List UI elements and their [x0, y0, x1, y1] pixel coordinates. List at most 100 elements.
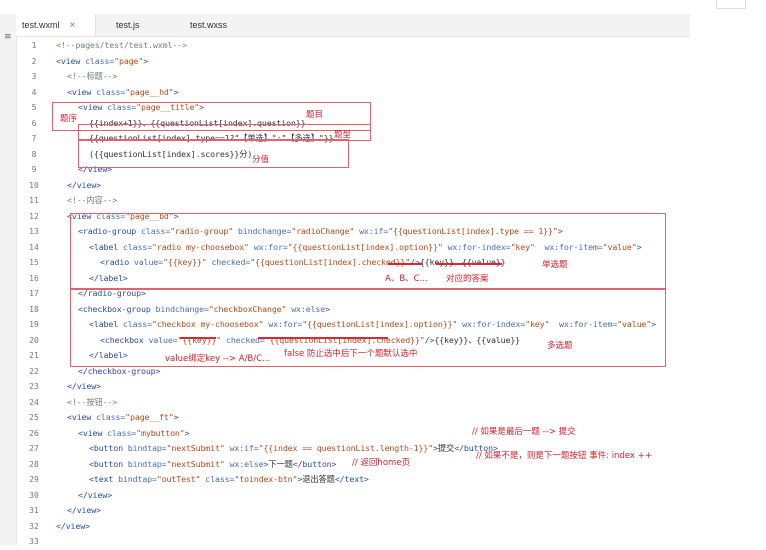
- code-token: "page__ft": [125, 412, 174, 422]
- line-number: 12: [29, 211, 39, 221]
- annotation-tixing: 题型: [334, 130, 352, 140]
- code-editor[interactable]: ≡ test.wxml × test.js test.wxss 123456789…: [0, 0, 690, 546]
- tab-label: test.js: [116, 20, 140, 30]
- code-token: "nextSubmit": [166, 443, 230, 453]
- code-token: <!--按钮-->: [67, 396, 118, 407]
- annotation-daan: 对应的答案: [446, 274, 489, 284]
- code-token: 退出答题: [302, 474, 335, 484]
- line-number: 31: [29, 506, 39, 515]
- code-token: "nextSubmit": [166, 458, 230, 469]
- code-token: "{{index == questionList.length-1}}": [258, 443, 434, 453]
- line-number: 6: [31, 118, 37, 128]
- line-number: 9: [31, 165, 37, 174]
- underline-value: [436, 263, 502, 265]
- code-token: class=: [96, 412, 126, 422]
- code-line[interactable]: <view class="mybutton">: [78, 426, 190, 442]
- code-token: <text: [89, 474, 119, 484]
- annotation-next-note: // 如果不是，则是下一题按钮 事件: index ++: [476, 451, 652, 461]
- line-number: 1: [31, 41, 37, 50]
- tab-test-js[interactable]: test.js: [110, 14, 170, 36]
- code-line[interactable]: <view class="page">: [56, 54, 148, 70]
- line-number: 24: [29, 397, 39, 407]
- line-number: 4: [31, 87, 37, 97]
- code-token: <view: [78, 427, 108, 438]
- line-number: 18: [29, 304, 39, 314]
- code-line[interactable]: </view>: [67, 379, 101, 395]
- line-number: 16: [29, 273, 39, 283]
- line-number: 11: [29, 196, 39, 205]
- code-token: class=: [107, 427, 137, 438]
- code-line[interactable]: <!--pages/test/test.wxml-->: [56, 38, 187, 54]
- code-token: <button: [89, 458, 128, 469]
- code-line[interactable]: </view>: [78, 488, 112, 504]
- code-token: "mybutton": [136, 427, 185, 438]
- line-number: 25: [29, 413, 39, 422]
- code-token: >: [173, 412, 179, 422]
- code-token: <button: [89, 443, 128, 453]
- line-number: 20: [29, 335, 39, 345]
- code-line[interactable]: <view class="page__ft">: [67, 410, 179, 426]
- annotation-false-note: false 防止选中后下一个题默认选中: [284, 349, 418, 359]
- close-icon[interactable]: ×: [70, 20, 76, 31]
- tab-test-wxml[interactable]: test.wxml ×: [16, 14, 96, 36]
- code-line[interactable]: </view>: [56, 519, 90, 535]
- code-token: </view>: [67, 381, 101, 391]
- code-token: </text>: [334, 474, 369, 484]
- code-token: class=: [205, 474, 235, 484]
- code-token: wx:else: [229, 458, 264, 469]
- line-number: 26: [29, 428, 39, 438]
- line-number: 13: [29, 227, 39, 236]
- code-token: </button>: [292, 458, 337, 469]
- highlight-scores: [78, 139, 349, 168]
- tab-bar: test.wxml × test.js test.wxss: [16, 14, 690, 37]
- code-token: </checkbox-group>: [78, 365, 161, 376]
- code-token: <!--标题-->: [67, 71, 118, 81]
- window-corner: [716, 0, 746, 9]
- code-token: "page__hd": [125, 86, 174, 97]
- annotation-home-note: // 返回home页: [352, 458, 411, 468]
- code-token: "page": [114, 55, 144, 66]
- line-number: 19: [29, 320, 39, 329]
- line-number: 8: [31, 149, 37, 159]
- code-line[interactable]: <text bindtap="outTest" class="toindex-b…: [89, 472, 369, 488]
- code-line[interactable]: <!--标题-->: [67, 69, 117, 85]
- line-number: 32: [29, 521, 39, 531]
- code-line[interactable]: </view>: [67, 503, 101, 519]
- code-token: <!--内容-->: [67, 195, 118, 205]
- code-line[interactable]: </view>: [67, 178, 101, 194]
- line-number: 2: [31, 56, 37, 66]
- code-line[interactable]: <button bindtap="nextSubmit" wx:if="{{in…: [89, 441, 498, 457]
- annotation-xuhao: 题序: [60, 114, 78, 124]
- code-line[interactable]: <view class="page__hd">: [67, 85, 179, 101]
- annotation-abc: A、B、C...: [385, 274, 428, 284]
- underline-checkbox-value: [180, 337, 216, 339]
- code-line[interactable]: <!--内容-->: [67, 193, 117, 209]
- code-line[interactable]: <button bindtap="nextSubmit" wx:else>下一题…: [89, 457, 337, 473]
- line-number: 15: [29, 258, 39, 267]
- code-token: </view>: [67, 179, 101, 190]
- menu-icon[interactable]: ≡: [4, 32, 12, 42]
- line-number: 28: [29, 459, 39, 469]
- code-token: bindtap=: [127, 443, 167, 453]
- line-number: 14: [29, 242, 39, 252]
- code-token: bindtap=: [118, 474, 157, 484]
- code-token: class=: [85, 55, 115, 66]
- code-line[interactable]: <!--按钮-->: [67, 395, 117, 411]
- annotation-value-note: value绑定key --> A/B/C...: [165, 354, 271, 364]
- code-token: </view>: [56, 520, 90, 531]
- line-number: 5: [31, 103, 37, 112]
- code-token: </view>: [78, 489, 112, 500]
- line-number: 30: [29, 490, 39, 500]
- code-token: 提交: [437, 443, 455, 453]
- code-token: class=: [96, 86, 126, 97]
- code-token: >: [143, 55, 149, 66]
- code-token: </view>: [67, 505, 101, 515]
- line-number: 17: [29, 289, 39, 298]
- line-number: 33: [29, 537, 39, 546]
- tab-test-wxss[interactable]: test.wxss: [184, 14, 254, 36]
- code-token: bindtap=: [127, 458, 167, 469]
- line-number: 22: [29, 366, 39, 376]
- annotation-fenzhi: 分值: [252, 155, 270, 165]
- line-number: 7: [31, 134, 37, 143]
- code-token: <view: [56, 55, 86, 66]
